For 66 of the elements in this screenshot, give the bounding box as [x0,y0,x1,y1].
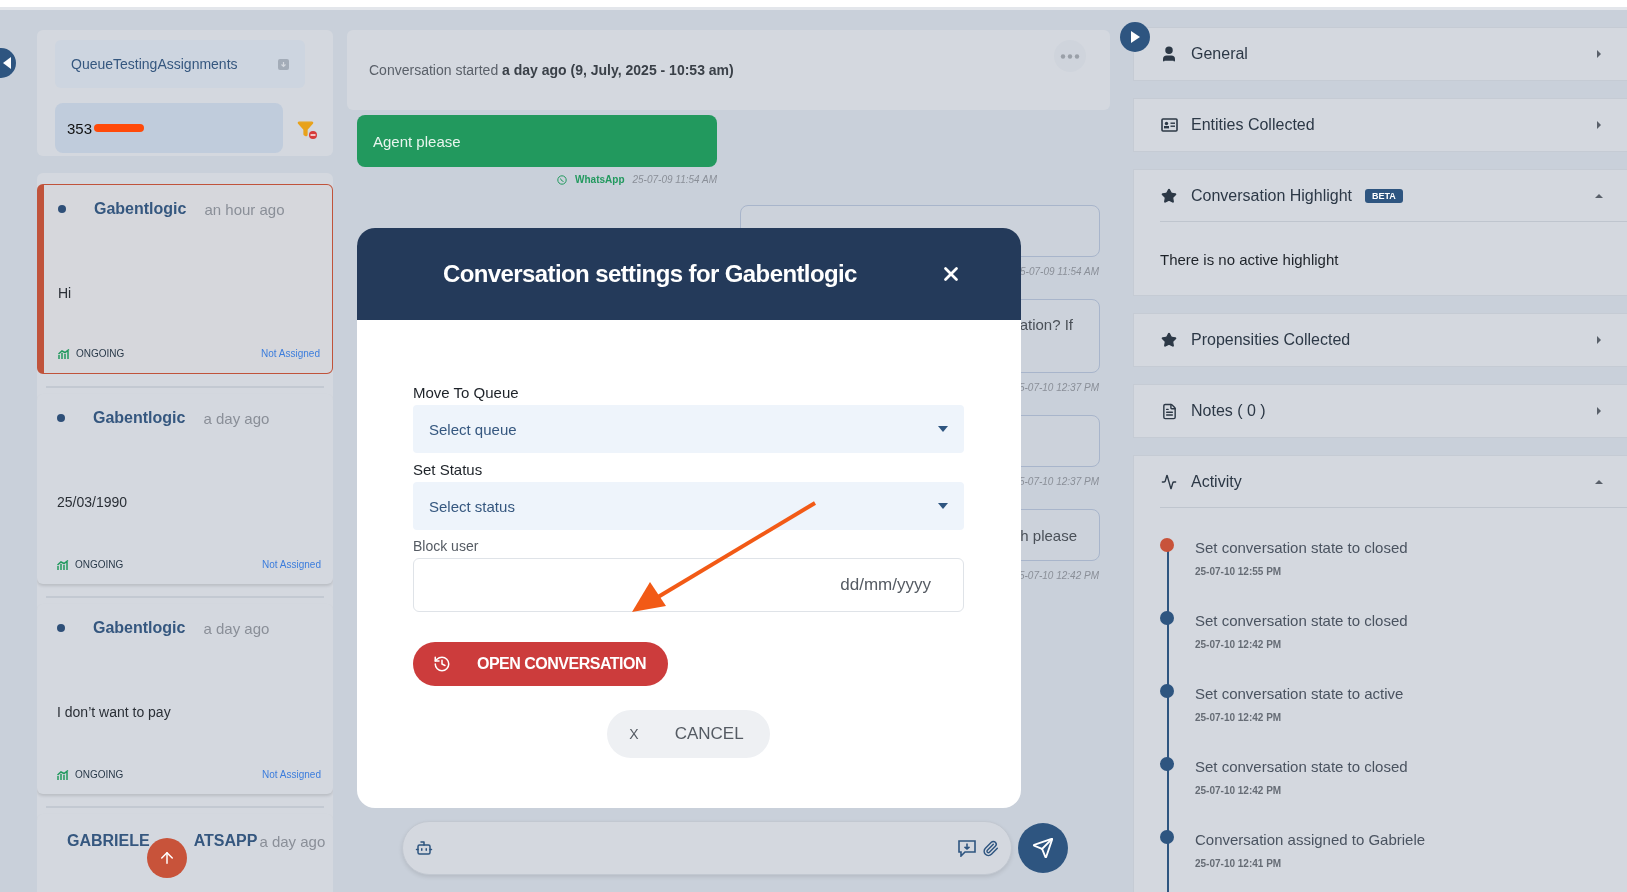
star-icon [1161,187,1177,204]
phone-search-field[interactable]: 353 [55,103,283,153]
date-field[interactable]: dd/mm/yyyy [413,558,964,612]
bar-chart-icon [58,348,70,359]
event-time: 25-07-10 12:41 PM [1195,858,1283,869]
section-header[interactable]: Propensities Collected [1160,314,1627,366]
bar-chart-icon [57,559,69,570]
select-field[interactable]: Select queue [413,405,964,453]
robot-icon[interactable] [415,839,433,857]
event-time: 25-07-10 12:55 PM [1195,566,1283,577]
section-header[interactable]: Entities Collected [1160,99,1627,151]
event-text: Conversation assigned to Gabriele [1195,831,1427,848]
section-header[interactable]: Conversation Highlight BETA [1160,170,1627,222]
send-icon [1032,837,1054,859]
highlight-text: There is no active highlight [1160,250,1340,270]
cancel-button[interactable]: X CANCEL [607,710,770,758]
panel-toggle-button[interactable] [1120,22,1150,52]
channel-label: WhatsApp [575,174,625,185]
dots-icon [1060,53,1080,59]
section-header[interactable]: Notes ( 0 ) [1160,385,1627,437]
event-time: 25-07-10 12:42 PM [1195,712,1283,723]
event-text: Set conversation state to closed [1195,612,1409,629]
status-dot [58,205,66,213]
event-time: 25-07-10 12:42 PM [1195,639,1283,650]
conversation-card[interactable]: Gabentlogic an hour ago Hi ONGOING Not Assigned [37,184,333,374]
status-dot [57,414,65,422]
message-time: 25-07-09 11:54 AM [632,174,717,185]
field-label: Move To Queue [413,384,519,401]
message-download-icon[interactable] [958,839,976,857]
triangle-right-icon [1130,31,1140,43]
history-icon [433,655,451,673]
dropdown-icon [278,58,289,70]
event-text: Set conversation state to closed [1195,758,1409,775]
filter-clear-icon[interactable] [297,119,314,137]
queue-select[interactable]: QueueTestingAssignments [55,40,305,88]
notes-icon [1160,402,1178,420]
conversation-card[interactable]: Gabentlogic a day ago I don’t want to pay ONGOING Not Assigned [37,604,333,794]
section-header[interactable]: General [1160,28,1627,80]
section-header[interactable]: Activity [1160,456,1627,508]
message-bubble: Agent please [357,115,717,167]
event-text: Set conversation state to closed [1195,539,1409,556]
triangle-left-icon [3,57,13,69]
event-text: Set conversation state to active [1195,685,1405,702]
conversation-started-text: Conversation started a day ago (9, July, 2025 - 10:53 am) [369,62,734,78]
select-field[interactable]: Select status [413,482,964,530]
bar-chart-icon [57,769,69,780]
beta-badge: BETA [1365,188,1403,203]
conversation-card[interactable]: Gabentlogic a day ago 25/03/1990 ONGOING Not Assigned [37,394,333,584]
status-dot [57,624,65,632]
field-label: Block user [413,538,479,554]
star-icon [1161,332,1177,348]
dialog-title: Conversation settings for Gabentlogic [443,260,858,288]
collapse-button[interactable] [0,48,16,78]
send-button[interactable] [1018,823,1068,873]
conversation-card[interactable]: GABRIELE ATSAPPa day ago [37,814,333,892]
field-label: Set Status [413,461,483,478]
message-time: 5-07-09 11:54 AM [1020,266,1099,277]
open-conversation-button[interactable]: OPEN CONVERSATION [413,642,668,686]
whatsapp-icon [557,174,568,185]
activity-icon [1161,473,1177,490]
redaction-mark [94,124,145,132]
person-icon [1160,45,1178,63]
caret-icon [938,426,948,432]
event-time: 25-07-10 12:42 PM [1195,785,1283,796]
paperclip-icon[interactable] [982,839,999,857]
id-card-icon [1160,118,1178,132]
